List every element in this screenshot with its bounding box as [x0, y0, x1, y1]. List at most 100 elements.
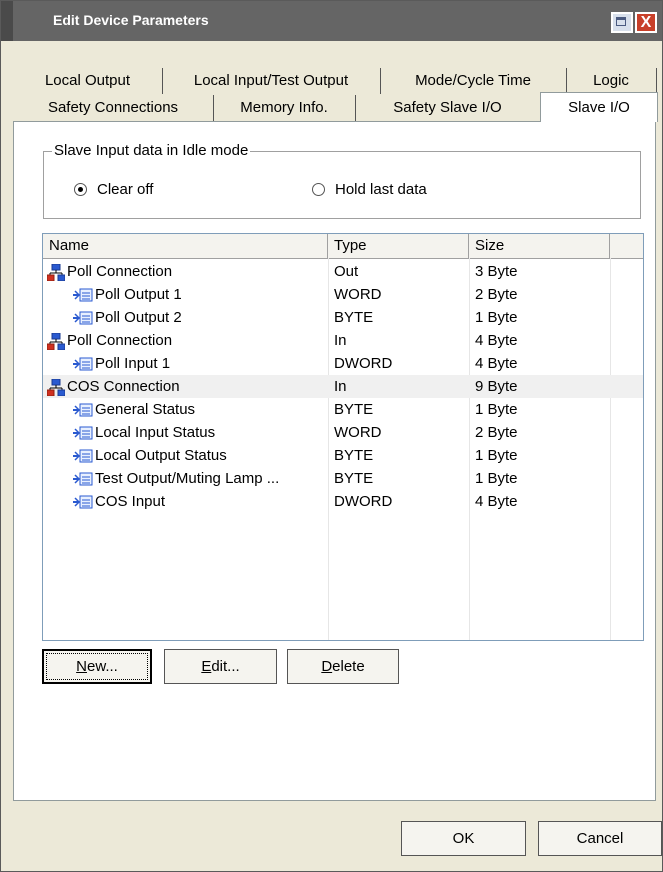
table-row[interactable]: Poll Connection Out 3 Byte	[43, 260, 643, 283]
cell-name: Local Output Status	[73, 444, 227, 467]
edit-button[interactable]: Edit...	[164, 649, 277, 684]
tab-label: Local Input/Test Output	[193, 72, 349, 89]
cell-type: WORD	[334, 286, 382, 303]
table-row[interactable]: COS Connection In 9 Byte	[43, 375, 643, 398]
tab-safety-slave-io[interactable]: Safety Slave I/O	[355, 95, 541, 121]
parameter-icon	[73, 426, 93, 440]
maximize-icon	[616, 17, 626, 26]
cell-name-text: Local Input Status	[95, 424, 216, 441]
table-row[interactable]: Local Input Status WORD 2 Byte	[43, 421, 643, 444]
cell-name-text: COS Input	[95, 493, 166, 510]
tab-label: Mode/Cycle Time	[415, 72, 531, 89]
cancel-button[interactable]: Cancel	[538, 821, 662, 856]
radio-hold-last-data[interactable]: Hold last data	[312, 181, 427, 198]
cell-name-text: General Status	[95, 401, 196, 418]
button-label: elete	[332, 658, 365, 675]
tab-safety-connections[interactable]: Safety Connections	[13, 95, 214, 121]
cell-type: BYTE	[334, 401, 374, 418]
button-label: OK	[452, 830, 475, 847]
cell-size: 4 Byte	[475, 332, 518, 349]
cell-name-text: Poll Output 1	[95, 286, 182, 303]
slave-io-list[interactable]: Name Type Size Poll Connection Out 3 Byte P…	[42, 233, 644, 641]
cell-name: Poll Connection	[47, 260, 172, 283]
maximize-button[interactable]	[611, 12, 633, 33]
tab-mode-cycle-time[interactable]: Mode/Cycle Time	[380, 68, 567, 94]
column-label: Type	[334, 237, 367, 254]
cell-size: 2 Byte	[475, 424, 518, 441]
tab-label: Memory Info.	[240, 99, 328, 116]
tab-label: Safety Connections	[47, 99, 179, 116]
table-row[interactable]: Poll Input 1 DWORD 4 Byte	[43, 352, 643, 375]
cell-name-text: Poll Connection	[67, 263, 173, 280]
ok-button[interactable]: OK	[401, 821, 526, 856]
table-row[interactable]: General Status BYTE 1 Byte	[43, 398, 643, 421]
delete-button[interactable]: Delete	[287, 649, 399, 684]
cell-type: DWORD	[334, 493, 393, 510]
list-header: Name Type Size	[43, 234, 643, 259]
cell-name: Local Input Status	[73, 421, 215, 444]
radio-label: Clear off	[97, 181, 154, 198]
table-row[interactable]: Local Output Status BYTE 1 Byte	[43, 444, 643, 467]
tab-logic[interactable]: Logic	[566, 68, 657, 94]
cell-name-text: Poll Input 1	[95, 355, 171, 372]
cell-name: COS Input	[73, 490, 165, 513]
cell-name-text: Poll Output 2	[95, 309, 182, 326]
table-row[interactable]: Poll Output 1 WORD 2 Byte	[43, 283, 643, 306]
close-button[interactable]: X	[635, 12, 657, 33]
idle-mode-groupbox: Slave Input data in Idle mode Clear off …	[43, 142, 641, 219]
cell-type: Out	[334, 263, 359, 280]
tab-label: Local Output	[44, 72, 131, 89]
parameter-icon	[73, 288, 93, 302]
button-label: dit...	[211, 658, 240, 675]
column-header-size[interactable]: Size	[469, 234, 610, 258]
column-header-type[interactable]: Type	[328, 234, 469, 258]
cell-size: 1 Byte	[475, 470, 518, 487]
parameter-icon	[73, 403, 93, 417]
connection-icon	[47, 332, 65, 350]
table-row[interactable]: Test Output/Muting Lamp ... BYTE 1 Byte	[43, 467, 643, 490]
cell-size: 9 Byte	[475, 378, 518, 395]
window-title: Edit Device Parameters	[53, 12, 209, 28]
cell-type: In	[334, 378, 347, 395]
cell-size: 1 Byte	[475, 447, 518, 464]
radio-clear-off[interactable]: Clear off	[74, 181, 153, 198]
new-button[interactable]: New...	[42, 649, 152, 684]
tab-local-input-test-output[interactable]: Local Input/Test Output	[162, 68, 381, 94]
table-row[interactable]: COS Input DWORD 4 Byte	[43, 490, 643, 513]
parameter-icon	[73, 311, 93, 325]
tab-panel-slave-io: Slave Input data in Idle mode Clear off …	[13, 121, 656, 801]
cell-size: 4 Byte	[475, 355, 518, 372]
cell-type: WORD	[334, 424, 382, 441]
parameter-icon	[73, 495, 93, 509]
title-bar[interactable]: Edit Device Parameters X	[1, 1, 662, 41]
accelerator-key: D	[321, 658, 333, 675]
radio-label: Hold last data	[335, 181, 427, 198]
column-header-name[interactable]: Name	[43, 234, 328, 258]
cell-type: BYTE	[334, 470, 374, 487]
tab-label: Logic	[593, 72, 629, 89]
table-row[interactable]: Poll Output 2 BYTE 1 Byte	[43, 306, 643, 329]
column-label: Name	[49, 237, 90, 254]
table-row[interactable]: Poll Connection In 4 Byte	[43, 329, 643, 352]
cell-type: BYTE	[334, 447, 374, 464]
tab-local-output[interactable]: Local Output	[13, 68, 163, 94]
tab-memory-info[interactable]: Memory Info.	[213, 95, 356, 121]
cell-name: Poll Connection	[47, 329, 172, 352]
parameter-icon	[73, 472, 93, 486]
cell-name-text: COS Connection	[67, 378, 180, 395]
tab-label: Safety Slave I/O	[393, 99, 502, 116]
cell-type: BYTE	[334, 309, 374, 326]
cell-size: 1 Byte	[475, 309, 518, 326]
cell-size: 4 Byte	[475, 493, 518, 510]
cell-name-text: Local Output Status	[95, 447, 227, 464]
cell-type: In	[334, 332, 347, 349]
cell-name: Poll Output 2	[73, 306, 182, 329]
groupbox-legend: Slave Input data in Idle mode	[52, 142, 251, 159]
tab-slave-io[interactable]: Slave I/O	[540, 92, 658, 122]
cell-name-text: Test Output/Muting Lamp ...	[95, 470, 280, 487]
button-label: ew...	[86, 658, 118, 675]
radio-checked-icon	[74, 183, 87, 196]
connection-icon	[47, 263, 65, 281]
cell-size: 2 Byte	[475, 286, 518, 303]
dialog-window: Edit Device Parameters X Local Output Lo…	[0, 0, 663, 872]
